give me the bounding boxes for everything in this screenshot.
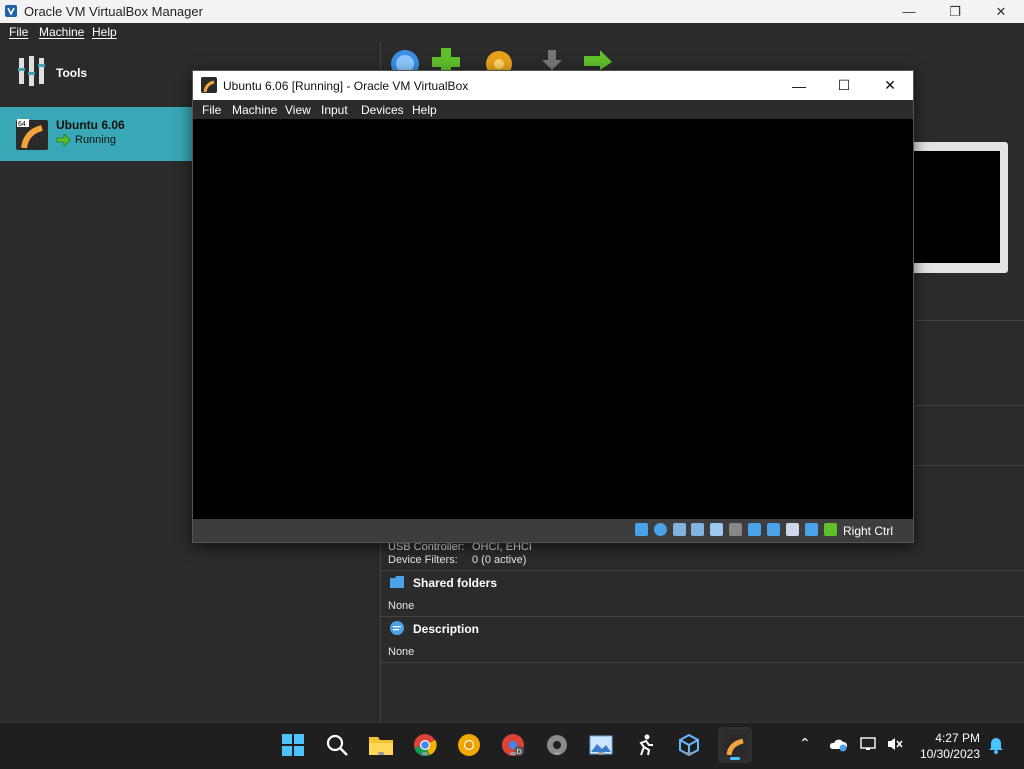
vm-list-item[interactable]: 64 Ubuntu 6.06 Running [0,107,192,161]
vm-menu-help[interactable]: Help [412,103,437,117]
search-button[interactable] [324,732,350,758]
speech-bubble-icon [390,621,404,635]
running-indicator [422,752,428,755]
clock-date: 10/30/2023 [919,747,980,761]
clock-time: 4:27 PM [935,731,980,745]
search-icon [326,734,348,756]
vm-minimize-button[interactable]: — [776,71,822,100]
notification-bell-icon[interactable] [988,737,1004,754]
virtualbox-logo-icon [5,5,17,17]
running-indicator [686,752,692,755]
minimize-button[interactable]: — [886,0,932,23]
speaker-muted-icon[interactable] [886,736,904,752]
vm-state: Running [75,134,116,146]
chrome-canary-button[interactable] [456,732,482,758]
onedrive-cloud-icon[interactable] [828,736,848,752]
shared-folders-icon[interactable] [729,523,742,536]
vm-titlebar: Ubuntu 6.06 [Running] - Oracle VM Virtua… [193,71,913,100]
tools-label: Tools [56,66,88,80]
optical-drive-icon[interactable] [654,523,667,536]
manager-title: Oracle VM VirtualBox Manager [24,4,203,19]
menu-help[interactable]: Help [92,25,117,39]
file-explorer-button[interactable] [368,732,394,758]
divider [381,662,1024,663]
ubuntu-vm-taskbar-button[interactable] [718,727,752,763]
device-filters-label: Device Filters: [388,554,458,566]
hard-disk-icon[interactable] [635,523,648,536]
running-arrow-icon [56,133,71,147]
usb-icon[interactable] [710,523,723,536]
description-title[interactable]: Description [413,622,479,636]
description-value: None [388,646,415,658]
show-hidden-icons-chevron-icon[interactable]: ⌃ [799,735,811,752]
host-key-arrow-icon[interactable] [824,523,837,536]
vm-preview-screen [912,151,1000,263]
vm-menu-machine[interactable]: Machine [232,103,277,117]
manager-menubar: File Machine Help [0,23,1024,42]
photos-button[interactable] [588,732,614,758]
vm-window-title: Ubuntu 6.06 [Running] - Oracle VM Virtua… [223,79,469,93]
chrome-button[interactable] [412,732,438,758]
vm-preview [904,142,1008,273]
menu-file[interactable]: File [9,25,28,39]
manager-titlebar: Oracle VM VirtualBox Manager — ❐ ✕ [0,0,1024,23]
svg-text:D: D [517,749,522,756]
vm-name: Ubuntu 6.06 [56,118,125,132]
vm-menu-devices[interactable]: Devices [361,103,404,117]
active-indicator [730,757,740,760]
recording-icon[interactable] [767,523,780,536]
shared-folders-title[interactable]: Shared folders [413,576,497,590]
system-clock[interactable]: 4:27 PM 10/30/2023 [920,730,980,762]
device-filters-value: 0 (0 active) [472,554,527,566]
vm-close-button[interactable]: ✕ [867,71,913,100]
windows-logo-icon [282,734,304,756]
close-button[interactable]: ✕ [978,0,1024,23]
network-icon[interactable] [860,736,878,752]
audio-icon[interactable] [673,523,686,536]
ubuntu-vm-icon: 64 [16,119,48,150]
maximize-button[interactable]: ❐ [932,0,978,23]
vm-menu-view[interactable]: View [285,103,311,117]
cpu-icon[interactable] [786,523,799,536]
vm-maximize-button[interactable]: ☐ [821,71,867,100]
vm-statusbar: Right Ctrl [193,519,913,542]
svg-text:64: 64 [18,121,26,128]
vm-display[interactable] [193,119,913,519]
chrome-profile-button[interactable]: D [500,732,526,758]
menu-machine[interactable]: Machine [39,25,84,39]
host-key-label: Right Ctrl [843,524,894,538]
vm-menu-file[interactable]: File [202,103,221,117]
shared-folders-value: None [388,600,415,612]
running-indicator [510,752,516,755]
runner-app-button[interactable] [632,732,658,758]
vm-menubar: File Machine View Input Devices Help [193,100,913,119]
running-indicator [378,752,384,755]
vm-window-icon [201,77,217,93]
display-icon[interactable] [748,523,761,536]
vm-menu-input[interactable]: Input [321,103,348,117]
running-person-icon [639,734,653,756]
divider [381,616,1024,617]
taskbar: D ⌃ 4:27 PM 10/30/2023 [0,722,1024,769]
start-button[interactable] [280,732,306,758]
chrome-canary-icon [458,734,480,756]
folder-icon [390,576,404,588]
network-icon[interactable] [691,523,704,536]
tools-icon [18,56,45,86]
ubuntu-vm-icon [723,734,747,757]
running-indicator [598,752,604,755]
divider [381,570,1024,571]
settings-button[interactable] [544,732,570,758]
vm-window: Ubuntu 6.06 [Running] - Oracle VM Virtua… [192,70,914,543]
running-indicator [554,752,560,755]
virtualbox-taskbar-button[interactable] [676,732,702,758]
mouse-integration-icon[interactable] [805,523,818,536]
tools-item[interactable]: Tools [0,42,192,104]
